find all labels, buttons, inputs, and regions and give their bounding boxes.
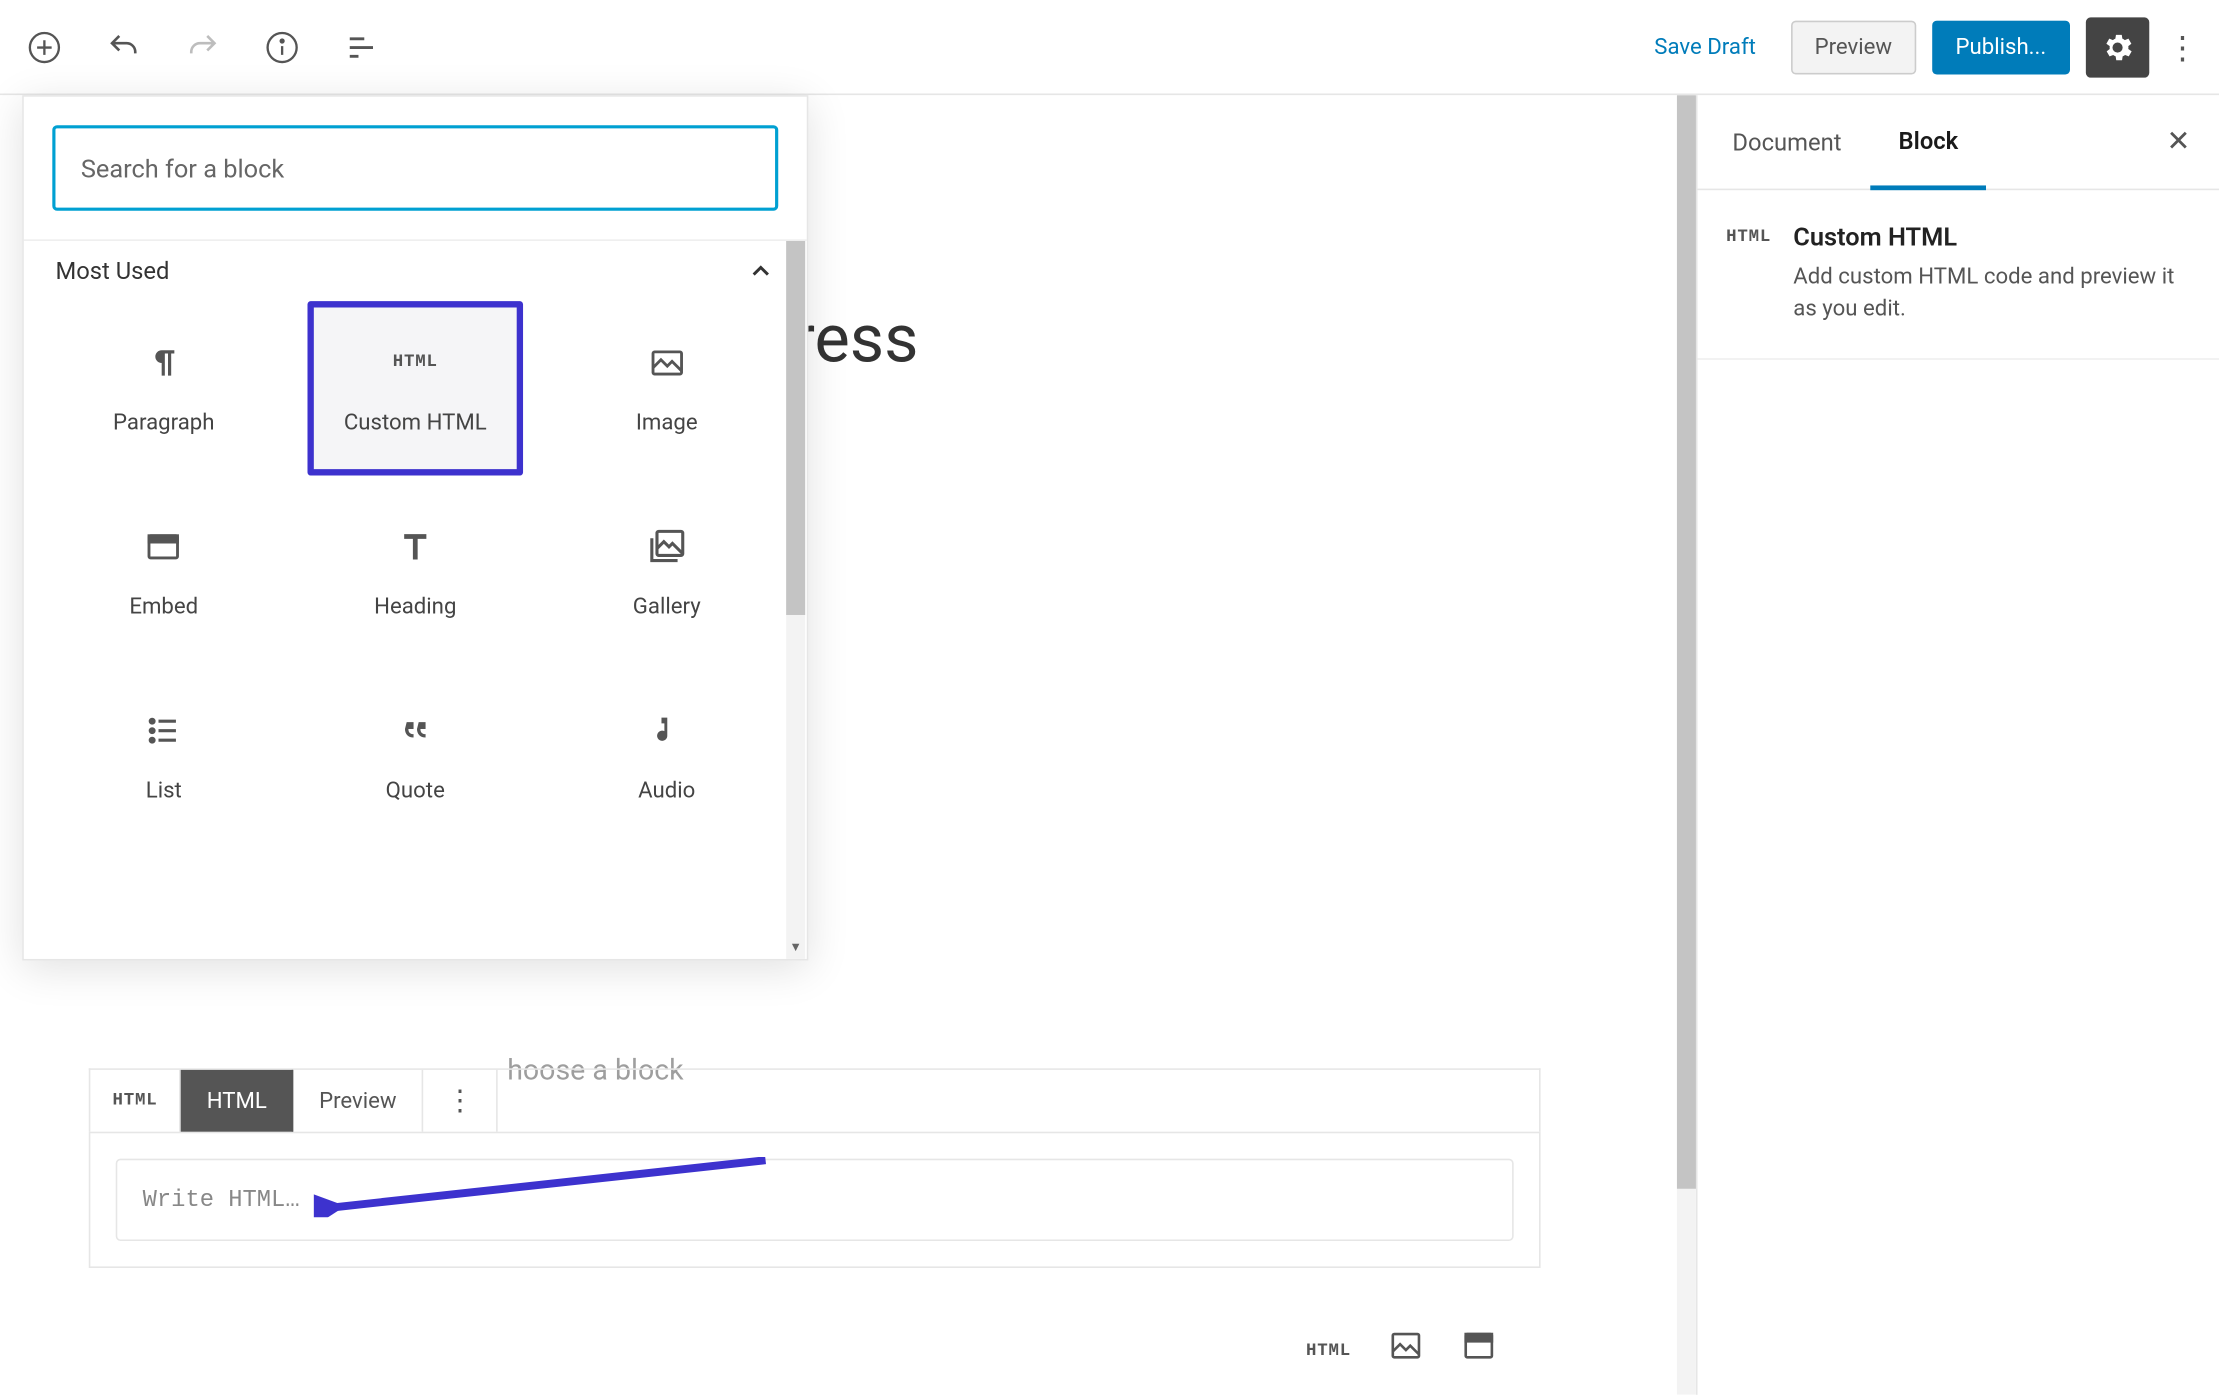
undo-icon[interactable] [98,21,149,72]
image-icon [648,341,686,385]
block-panel-description: Add custom HTML code and preview it as y… [1793,262,2190,326]
block-list[interactable]: List [55,669,272,843]
html-block-shortcut-icon[interactable]: HTML [1306,1331,1351,1361]
block-icon: HTML [1726,228,1771,326]
inserter-scrollbar[interactable]: ▼ [786,241,805,959]
preview-tab[interactable]: Preview [294,1070,424,1132]
block-inserter-popover: ▼ Most Used Paragraph HTML Custom HTML [22,95,808,960]
audio-icon [649,708,684,752]
block-audio[interactable]: Audio [558,669,775,843]
post-title-fragment: ress [793,301,919,379]
section-title: Most Used [55,257,169,286]
block-paragraph[interactable]: Paragraph [55,301,272,475]
annotation-arrow [314,1157,774,1217]
info-icon[interactable] [257,21,308,72]
publish-button[interactable]: Publish... [1932,20,2070,74]
block-image[interactable]: Image [558,301,775,475]
search-input[interactable] [52,125,778,211]
block-type-icon[interactable]: HTML [90,1070,181,1132]
content-structure-icon[interactable] [336,21,387,72]
html-icon: HTML [393,341,438,385]
heading-icon [396,525,434,569]
collapse-icon[interactable] [747,257,776,286]
block-more-icon[interactable]: ⋮ [424,1070,498,1132]
save-draft-button[interactable]: Save Draft [1635,25,1775,69]
block-heading[interactable]: Heading [307,485,524,659]
block-embed[interactable]: Embed [55,485,272,659]
cover-block-shortcut-icon[interactable] [1462,1328,1497,1363]
more-menu-icon[interactable]: ⋮ [2165,28,2200,66]
embed-icon [145,525,183,569]
block-gallery[interactable]: Gallery [558,485,775,659]
editor-scrollbar[interactable] [1677,95,1696,1395]
block-quote[interactable]: Quote [307,669,524,843]
preview-button[interactable]: Preview [1791,20,1916,74]
html-tab[interactable]: HTML [181,1070,293,1132]
settings-icon[interactable] [2086,17,2149,77]
block-custom-html[interactable]: HTML Custom HTML [307,301,524,475]
block-panel-title: Custom HTML [1793,222,2190,252]
close-sidebar-icon[interactable]: ✕ [2144,125,2212,158]
image-block-shortcut-icon[interactable] [1389,1328,1424,1363]
tab-block[interactable]: Block [1870,96,1987,190]
gallery-icon [646,525,687,569]
quote-icon [395,708,436,752]
list-icon [145,708,183,752]
paragraph-icon [145,341,183,385]
add-block-icon[interactable] [19,21,70,72]
redo-icon [178,21,229,72]
tab-document[interactable]: Document [1704,95,1870,189]
